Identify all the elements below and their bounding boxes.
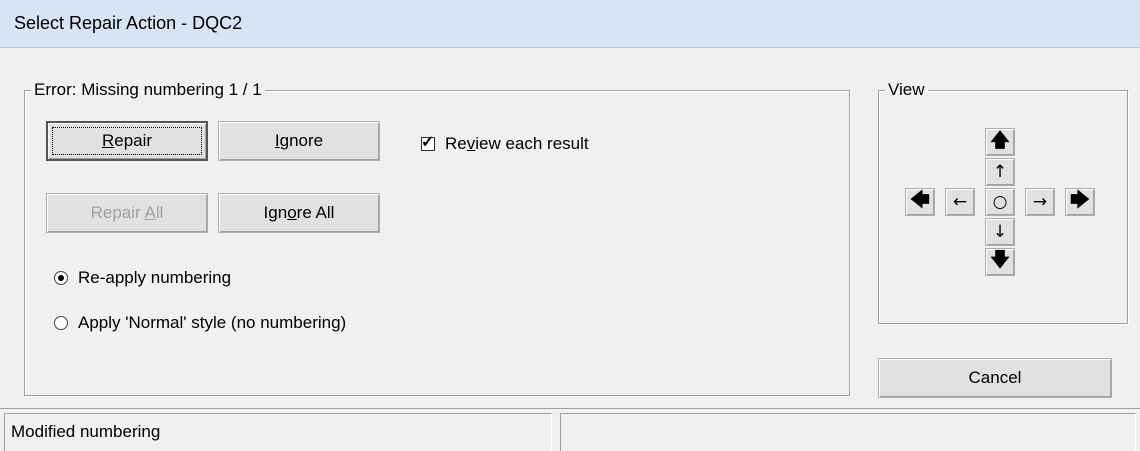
review-checkbox-label: Review each result (445, 134, 589, 153)
scroll-up-page-icon[interactable]: 🡅 (985, 128, 1015, 156)
status-pane-right (560, 413, 1136, 451)
focus-ring (52, 127, 202, 155)
title-bar: Select Repair Action - DQC2 (0, 0, 1140, 48)
radio-label: Apply 'Normal' style (no numbering) (78, 313, 347, 332)
scroll-down-page-icon[interactable]: 🡇 (985, 248, 1015, 276)
repair-all-button-label: Repair All (90, 203, 164, 222)
center-view-icon[interactable]: ○ (985, 188, 1015, 216)
scroll-right-icon[interactable]: → (1025, 188, 1055, 216)
ignore-button-label: Ignore (274, 131, 324, 150)
repair-all-button[interactable]: Repair All (46, 193, 208, 233)
scroll-up-icon[interactable]: ↑ (985, 158, 1015, 186)
status-bar: Modified numbering (0, 408, 1140, 451)
checkmark-icon: ✓ (421, 134, 435, 151)
radio-button[interactable] (54, 316, 68, 330)
checkbox-box[interactable]: ✓ (421, 134, 435, 151)
scroll-left-page-icon[interactable]: 🡄 (905, 188, 935, 216)
ignore-button[interactable]: Ignore (218, 121, 380, 161)
radio-button[interactable] (54, 271, 68, 285)
radio-reapply-numbering[interactable]: Re-apply numbering (54, 268, 231, 288)
ignore-all-button[interactable]: Ignore All (218, 193, 380, 233)
scroll-down-icon[interactable]: ↓ (985, 218, 1015, 246)
review-each-result-checkbox[interactable]: ✓ Review each result (421, 134, 589, 154)
radio-apply-normal-style[interactable]: Apply 'Normal' style (no numbering) (54, 313, 346, 333)
cancel-button[interactable]: Cancel (878, 358, 1112, 398)
repair-button[interactable]: Repair (46, 121, 208, 161)
view-group-legend: View (888, 80, 925, 99)
ignore-all-button-label: Ignore All (263, 203, 335, 222)
dialog-client: Error: Missing numbering 1 / 1 Repair Ig… (6, 48, 1134, 398)
scroll-right-page-icon[interactable]: 🡆 (1065, 188, 1095, 216)
radio-label: Re-apply numbering (78, 268, 232, 287)
scroll-left-icon[interactable]: ← (945, 188, 975, 216)
status-pane-left: Modified numbering (4, 413, 552, 451)
error-group-legend: Error: Missing numbering 1 / 1 (34, 80, 262, 99)
radio-dot (58, 275, 64, 281)
window-title: Select Repair Action - DQC2 (14, 13, 243, 33)
